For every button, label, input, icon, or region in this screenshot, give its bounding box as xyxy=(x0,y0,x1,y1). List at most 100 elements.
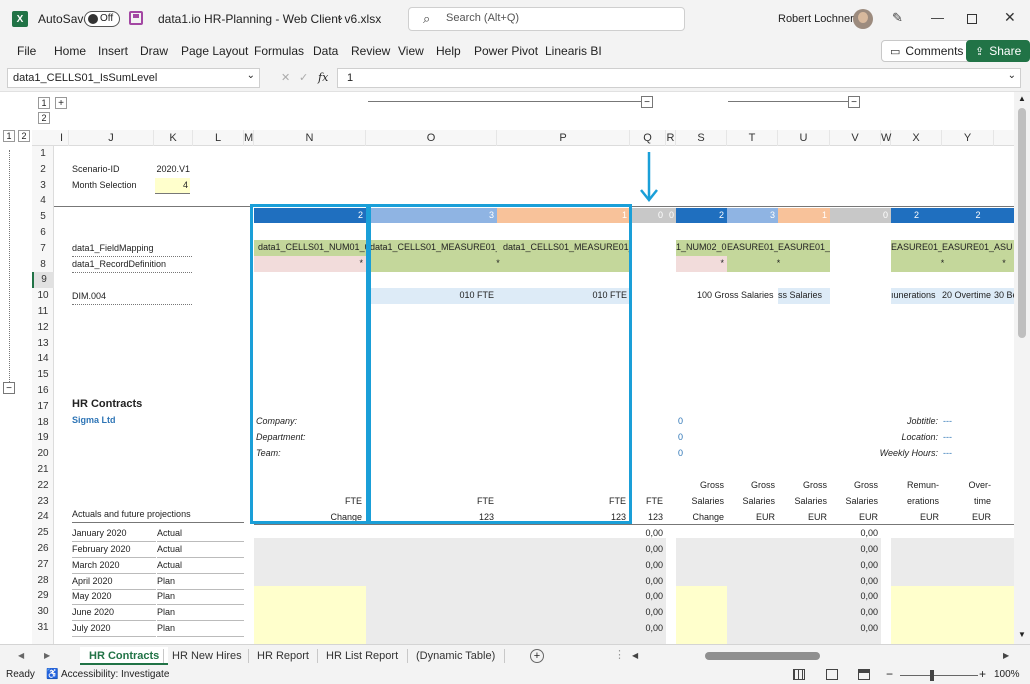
record-cell[interactable]: * xyxy=(891,256,994,272)
menu-power-pivot[interactable]: Power Pivot xyxy=(474,44,538,58)
avatar[interactable] xyxy=(853,9,873,29)
record-cell[interactable]: * xyxy=(994,256,1014,272)
column-header[interactable]: U xyxy=(778,130,830,146)
row-header[interactable]: 5 xyxy=(32,209,54,225)
row-header[interactable]: 12 xyxy=(32,320,54,336)
row-header[interactable]: 29 xyxy=(32,588,54,604)
row-header[interactable]: 3 xyxy=(32,178,54,194)
plan-input-region[interactable] xyxy=(676,586,727,644)
maximize-icon[interactable] xyxy=(967,14,977,24)
pen-icon[interactable]: ✎ xyxy=(892,11,903,25)
row-header[interactable]: 19 xyxy=(32,430,54,446)
row-header[interactable]: 27 xyxy=(32,557,54,573)
worksheet[interactable]: 1 + 2 1 2 − − − I J K L M N O P Q R S T … xyxy=(0,92,1030,644)
row-header[interactable]: 10 xyxy=(32,288,54,304)
tab-hr-contracts[interactable]: HR Contracts xyxy=(80,647,169,665)
column-header[interactable]: T xyxy=(727,130,778,146)
zoom-slider-thumb[interactable] xyxy=(930,670,934,681)
minimize-icon[interactable]: — xyxy=(931,11,944,25)
outline-row-level-2[interactable]: 2 xyxy=(38,112,50,124)
user-name[interactable]: Robert Lochner xyxy=(778,12,854,26)
row-header[interactable]: 13 xyxy=(32,336,54,352)
mapping-cell[interactable]: EASURE01_0 xyxy=(942,240,994,256)
dim-cell[interactable]: ss Salaries xyxy=(778,288,830,304)
menu-view[interactable]: View xyxy=(398,44,424,58)
page-layout-view-icon[interactable] xyxy=(826,669,838,680)
menu-draw[interactable]: Draw xyxy=(140,44,168,58)
column-header[interactable]: K xyxy=(154,130,193,146)
column-header[interactable]: M xyxy=(244,130,254,146)
column-header[interactable]: N xyxy=(254,130,366,146)
name-box[interactable]: data1_CELLS01_IsSumLevel ⌄ xyxy=(7,68,260,88)
row-header[interactable]: 31 xyxy=(32,620,54,636)
tab-hr-new-hires[interactable]: HR New Hires xyxy=(163,647,251,665)
search-box[interactable]: ⌕ Search (Alt+Q) xyxy=(408,7,685,31)
formula-input[interactable]: 1 ⌄ xyxy=(337,68,1021,88)
row-header[interactable]: 25 xyxy=(32,525,54,541)
row-header[interactable]: 24 xyxy=(32,509,54,525)
row-header[interactable]: 6 xyxy=(32,225,54,241)
menu-linearis-bi[interactable]: Linearis BI xyxy=(545,44,602,58)
function-icon[interactable]: fx xyxy=(318,71,328,85)
vertical-scrollbar[interactable]: ▲ ▼ xyxy=(1014,92,1030,644)
tab-scroll-right-icon[interactable]: ▶ xyxy=(44,649,50,663)
scenario-value[interactable]: 2020.V1 xyxy=(155,162,190,177)
row-header[interactable]: 21 xyxy=(32,462,54,478)
dim-cell[interactable]: 100 Gross Salaries xyxy=(697,288,774,303)
enter-icon[interactable]: ✓ xyxy=(299,71,308,85)
row-header[interactable]: 30 xyxy=(32,604,54,620)
zoom-out-icon[interactable]: − xyxy=(886,667,893,681)
column-header[interactable]: R xyxy=(666,130,676,146)
comments-button[interactable]: ▭ Comments xyxy=(881,40,973,62)
outline-collapse-button[interactable]: − xyxy=(641,96,653,108)
horizontal-scroll-thumb[interactable] xyxy=(705,652,820,660)
share-button[interactable]: ⇪ Share xyxy=(966,40,1030,62)
close-icon[interactable]: ✕ xyxy=(1004,10,1016,24)
more-options-icon[interactable]: ⋮ xyxy=(614,648,625,662)
save-icon[interactable] xyxy=(129,11,143,25)
mapping-cell[interactable]: ASU xyxy=(994,240,1014,256)
outline-col-level-1[interactable]: 1 xyxy=(3,130,15,142)
accessibility-status[interactable]: Accessibility: Investigate xyxy=(61,668,169,682)
row-header[interactable]: 17 xyxy=(32,399,54,415)
menu-help[interactable]: Help xyxy=(436,44,461,58)
row-header[interactable]: 2 xyxy=(32,162,54,178)
zoom-in-icon[interactable]: + xyxy=(979,667,986,681)
column-header[interactable]: Y xyxy=(942,130,994,146)
menu-page-layout[interactable]: Page Layout xyxy=(181,44,248,58)
tab-scroll-left-icon[interactable]: ◀ xyxy=(18,649,24,663)
column-header[interactable]: O xyxy=(366,130,497,146)
record-cell[interactable]: * xyxy=(727,256,830,272)
plan-input-region[interactable] xyxy=(891,586,1014,644)
row-header[interactable]: 7 xyxy=(32,241,54,257)
row-header[interactable]: 23 xyxy=(32,494,54,510)
zoom-slider[interactable] xyxy=(900,675,978,676)
menu-home[interactable]: Home xyxy=(54,44,86,58)
hscroll-right-icon[interactable]: ▶ xyxy=(1003,649,1009,663)
autosave-toggle[interactable]: Off xyxy=(84,11,120,27)
zoom-level[interactable]: 100% xyxy=(994,668,1020,682)
scroll-down-icon[interactable]: ▼ xyxy=(1018,630,1026,639)
page-break-view-icon[interactable] xyxy=(858,669,870,680)
menu-insert[interactable]: Insert xyxy=(98,44,128,58)
normal-view-icon[interactable] xyxy=(793,669,805,680)
dim-cell[interactable]: 30 Be xyxy=(994,288,1014,304)
row-header[interactable]: 28 xyxy=(32,573,54,589)
row-header[interactable]: 9 xyxy=(32,272,54,289)
outline-collapse-button[interactable]: − xyxy=(848,96,860,108)
scroll-thumb[interactable] xyxy=(1018,108,1026,338)
cancel-icon[interactable]: ✕ xyxy=(281,71,290,85)
month-value[interactable]: 4 xyxy=(155,178,190,194)
dim-cell[interactable]: 20 Overtime xyxy=(942,288,994,304)
hscroll-left-icon[interactable]: ◀ xyxy=(632,649,638,663)
chevron-down-icon[interactable]: ⌄ xyxy=(247,70,255,81)
row-header[interactable]: 4 xyxy=(32,193,54,209)
row-header[interactable]: 14 xyxy=(32,351,54,367)
column-header[interactable]: P xyxy=(497,130,630,146)
row-header[interactable]: 1 xyxy=(32,146,54,162)
column-header[interactable]: X xyxy=(891,130,942,146)
record-cell[interactable]: * xyxy=(676,256,727,272)
menu-data[interactable]: Data xyxy=(313,44,338,58)
row-header[interactable]: 20 xyxy=(32,446,54,462)
mapping-cell[interactable]: EASURE01_0 xyxy=(727,240,778,256)
